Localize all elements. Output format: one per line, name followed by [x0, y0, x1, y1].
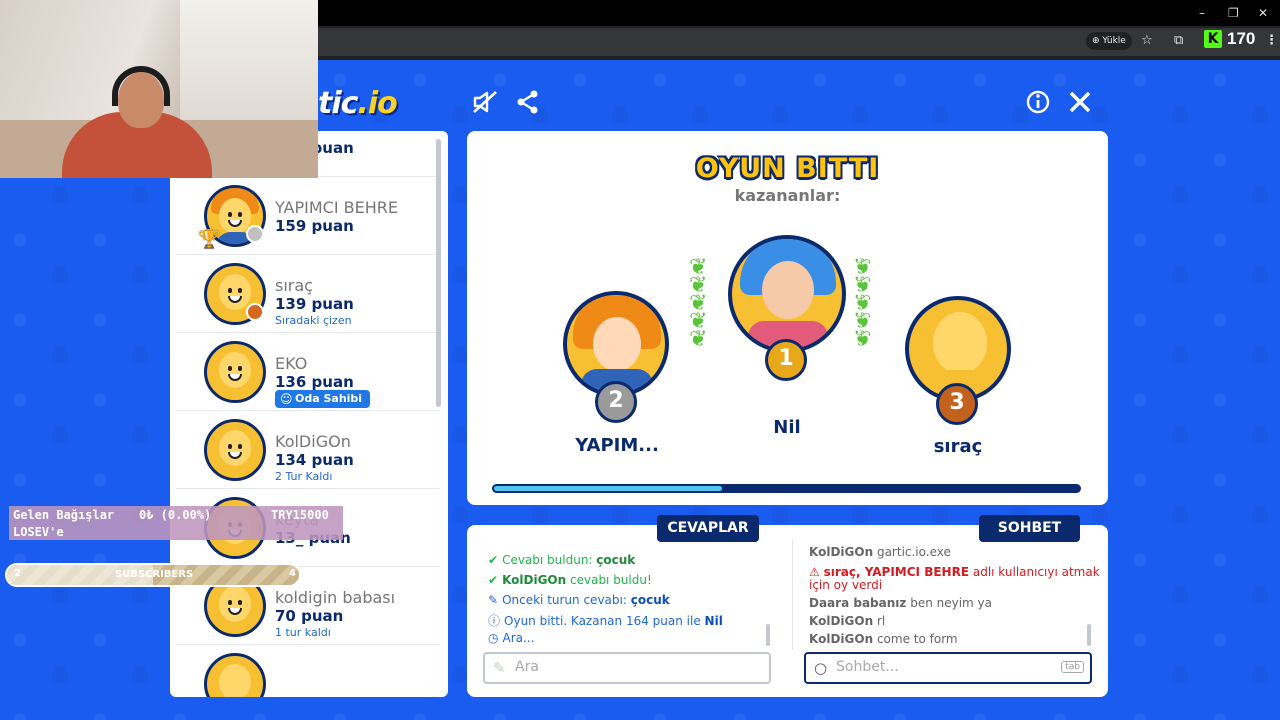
subscriber-goal-bar: 2 SUBSCRIBERS 4	[5, 563, 301, 587]
chat-message: KolDiGOn rl	[809, 614, 886, 628]
logo-suffix: .io	[357, 86, 397, 121]
player-row: EKO 136 puan Oda Sahibi	[176, 333, 440, 411]
donation-goal: TRY15000	[271, 508, 329, 522]
player-status-text: Sıradaki çizen	[275, 314, 352, 327]
info-icon[interactable]	[1024, 88, 1052, 116]
chat-message: Daara babanız ben neyim ya	[809, 596, 993, 610]
menu-kebab-icon[interactable]: ⋮	[1265, 33, 1278, 48]
player-avatar	[204, 653, 266, 697]
donation-overlay: Gelen Bağışlar 0₺ (0.00%) TRY15000 LOSEV…	[9, 506, 343, 540]
player-avatar	[204, 341, 266, 403]
kick-logo-icon: K	[1204, 30, 1222, 48]
player-points: 159 puan	[275, 217, 354, 235]
donation-target: LOSEV'e	[13, 525, 64, 539]
extensions-icon[interactable]: ⧉	[1174, 33, 1183, 48]
winner-avatar-first	[728, 235, 846, 353]
laurel-right-icon: ❦ ❦ ❦ ❦ ❦	[853, 255, 872, 352]
laurel-left-icon: ❦ ❦ ❦ ❦ ❦	[689, 255, 708, 352]
player-row: KolDiGOn 134 puan 2 Tur Kaldı	[176, 411, 440, 489]
tab-chat[interactable]: SOHBET	[979, 515, 1080, 542]
install-button[interactable]: ⊕ Yükle	[1086, 32, 1132, 50]
rank-badge: 1	[765, 339, 807, 381]
pencil-icon: ✎	[488, 593, 499, 607]
trophy-icon: 🏆	[198, 229, 221, 250]
donation-amount: 0₺ (0.00%)	[139, 508, 212, 522]
clock-icon: ◷	[488, 631, 499, 645]
tab-key-hint: tab	[1061, 661, 1084, 673]
close-window-button[interactable]: ✕	[1258, 6, 1268, 20]
player-status-text: 2 Tur Kaldı	[275, 470, 333, 483]
room-owner-badge: Oda Sahibi	[275, 390, 371, 408]
chat-message: KolDiGOn gartic.io.exe	[809, 545, 951, 559]
chat-scrollbar[interactable]	[1087, 624, 1091, 646]
game-over-panel: OYUN BITTI kazananlar: ❦ ❦ ❦ ❦ ❦ ❦ ❦ ❦ ❦ ❦ 1 Nil…	[467, 131, 1108, 505]
check-icon: ✔	[488, 573, 499, 587]
rank-badge: 2	[595, 381, 637, 423]
check-icon: ✔	[488, 553, 499, 567]
player-row: sıraç 139 puan Sıradaki çizen	[176, 255, 440, 333]
toolbar-row	[318, 28, 1280, 56]
gartic-logo: tic.io	[318, 86, 398, 121]
answer-line: ✔ KolDiGOn cevabı buldu!	[488, 573, 652, 587]
answer-input[interactable]	[515, 659, 735, 675]
player-name: KolDiGOn	[275, 432, 351, 451]
webcam-overlay	[0, 0, 318, 178]
rank-badge: 3	[936, 383, 978, 425]
install-icon: ⊕	[1092, 36, 1100, 46]
answer-line: ✔ Cevabı buldun: çocuk	[488, 553, 636, 567]
player-row: 🏆 YAPIMCI BEHRE 159 puan	[176, 177, 440, 255]
warning-icon: ⚠	[809, 565, 820, 579]
player-avatar	[204, 419, 266, 481]
minimize-button[interactable]: –	[1199, 6, 1205, 20]
answer-line: ◷ Ara...	[488, 631, 535, 645]
player-status-dot	[246, 303, 264, 321]
answers-scrollbar[interactable]	[766, 624, 770, 646]
player-points: 70 puan	[275, 607, 344, 625]
subs-goal: 4	[289, 568, 296, 579]
winner-name-second: YAPIM...	[575, 435, 659, 456]
viewer-count: 170	[1227, 29, 1256, 48]
winner-name-first: Nil	[773, 417, 801, 438]
chat-input-box: ○ tab	[804, 652, 1092, 684]
answer-input-box: ✎	[483, 652, 771, 684]
chat-vote-warning-cont: için oy verdi	[809, 578, 883, 592]
pencil-icon: ✎	[493, 659, 506, 677]
player-status-dot	[246, 225, 264, 243]
players-panel: 🏆 164 puan 🏆 YAPIMCI BEHRE 159 puan sıra…	[170, 131, 448, 697]
info-circle-icon: ⓘ	[488, 614, 501, 628]
sound-muted-icon[interactable]	[471, 88, 499, 116]
close-icon[interactable]	[1066, 88, 1094, 116]
winner-name-third: sıraç	[933, 436, 983, 457]
share-icon[interactable]	[514, 88, 542, 116]
panel-divider	[792, 540, 793, 650]
player-name: sıraç	[275, 276, 313, 295]
logo-text: tic	[318, 86, 358, 121]
chat-vote-warning: ⚠ sıraç, YAPIMCI BEHRE adlı kullanıcıyı …	[809, 565, 1100, 579]
chat-bubble-icon: ○	[814, 659, 828, 677]
subs-label: SUBSCRIBERS	[115, 569, 194, 580]
player-points: 134 puan	[275, 451, 354, 469]
player-name: YAPIMCI BEHRE	[275, 198, 398, 217]
round-timer-bar	[492, 484, 1081, 493]
player-points: 139 puan	[275, 295, 354, 313]
subs-current: 2	[14, 568, 21, 579]
restore-button[interactable]: ❐	[1228, 6, 1239, 20]
bookmark-star-icon[interactable]: ☆	[1141, 33, 1153, 48]
install-label: Yükle	[1102, 36, 1126, 46]
chat-input[interactable]	[836, 659, 1056, 675]
player-name: koldigin babası	[275, 588, 396, 607]
donation-title: Gelen Bağışlar	[13, 508, 115, 522]
player-row	[176, 645, 440, 697]
players-scrollbar[interactable]	[436, 139, 441, 407]
game-over-title: OYUN BITTI	[695, 153, 880, 184]
winners-label: kazananlar:	[734, 186, 841, 205]
player-points: 136 puan	[275, 373, 354, 391]
answer-line: ⓘ Oyun bitti. Kazanan 164 puan ile Nil	[488, 614, 723, 628]
player-status-text: 1 tur kaldı	[275, 626, 331, 639]
player-name: EKO	[275, 354, 308, 373]
round-timer-fill	[494, 486, 723, 491]
tab-answers[interactable]: CEVAPLAR	[657, 515, 759, 542]
chat-message: KolDiGOn come to form	[809, 632, 958, 646]
answer-line: ✎ Onceki turun cevabı: çocuk	[488, 593, 670, 607]
